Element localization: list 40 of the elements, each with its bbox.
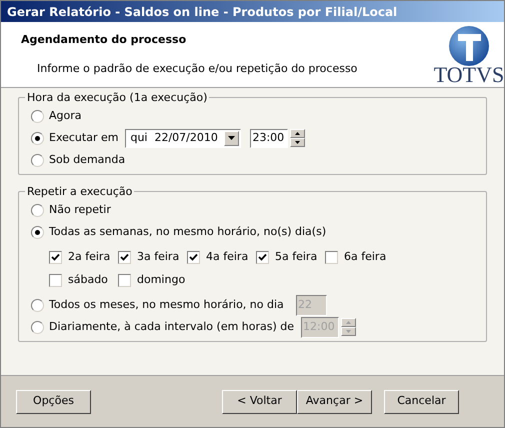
day-label: 4a feira bbox=[206, 248, 248, 265]
group-legend: Hora da execução (1a execução) bbox=[25, 90, 210, 106]
day-label: domingo bbox=[137, 272, 186, 288]
dialog-button[interactable]: < Voltar bbox=[222, 390, 297, 414]
date-dropdown[interactable]: qui 22/07/2010 bbox=[125, 128, 242, 148]
checkbox[interactable] bbox=[49, 274, 62, 286]
dialog-button[interactable]: Avançar > bbox=[297, 390, 372, 414]
spin-buttons[interactable] bbox=[290, 129, 306, 147]
checkbox[interactable] bbox=[49, 250, 62, 264]
checkbox[interactable] bbox=[325, 250, 338, 264]
day-label: 3a feira bbox=[137, 248, 180, 265]
day-label: 6a feira bbox=[344, 248, 386, 265]
option-label: Todos os meses, no mesmo horário, no dia bbox=[49, 296, 285, 313]
radio-button[interactable] bbox=[31, 226, 44, 238]
radio-button[interactable] bbox=[31, 204, 44, 216]
radio-button[interactable] bbox=[31, 154, 44, 166]
checkbox[interactable] bbox=[118, 274, 131, 286]
option-label: Sob demanda bbox=[49, 152, 126, 168]
checkbox[interactable] bbox=[256, 250, 269, 264]
window-title: Gerar Relatório - Saldos on line - Produtos por Filial/Local bbox=[1, 1, 504, 22]
header-subtitle: Informe o padrão de execução e/ou repetição do processo bbox=[36, 60, 358, 76]
radio-button[interactable] bbox=[31, 132, 44, 144]
option-label: Diariamente, à cada intervalo (em horas) de bbox=[49, 318, 294, 335]
option-label: Todas as semanas, no mesmo horário, no(s) dia(s) bbox=[49, 224, 326, 240]
day-label: 2a feira bbox=[68, 248, 110, 265]
option-label: Não repetir bbox=[49, 202, 111, 218]
time-field[interactable]: 23:00 bbox=[250, 128, 288, 148]
header-title: Agendamento do processo bbox=[21, 32, 188, 48]
radio-button[interactable] bbox=[31, 110, 44, 122]
day-label: sábado bbox=[68, 272, 108, 288]
group-legend: Repetir a execução bbox=[25, 184, 134, 200]
dialog-button[interactable]: Opções bbox=[16, 390, 91, 414]
day-label: 5a feira bbox=[275, 248, 318, 265]
option-label: Executar em bbox=[49, 130, 118, 146]
checkbox[interactable] bbox=[118, 250, 131, 264]
option-label: Agora bbox=[49, 108, 82, 124]
logo-text: TOTVS bbox=[434, 65, 504, 85]
dialog-button[interactable]: Cancelar bbox=[384, 390, 459, 414]
globe-logo-icon bbox=[448, 25, 490, 67]
checkbox[interactable] bbox=[187, 250, 200, 264]
